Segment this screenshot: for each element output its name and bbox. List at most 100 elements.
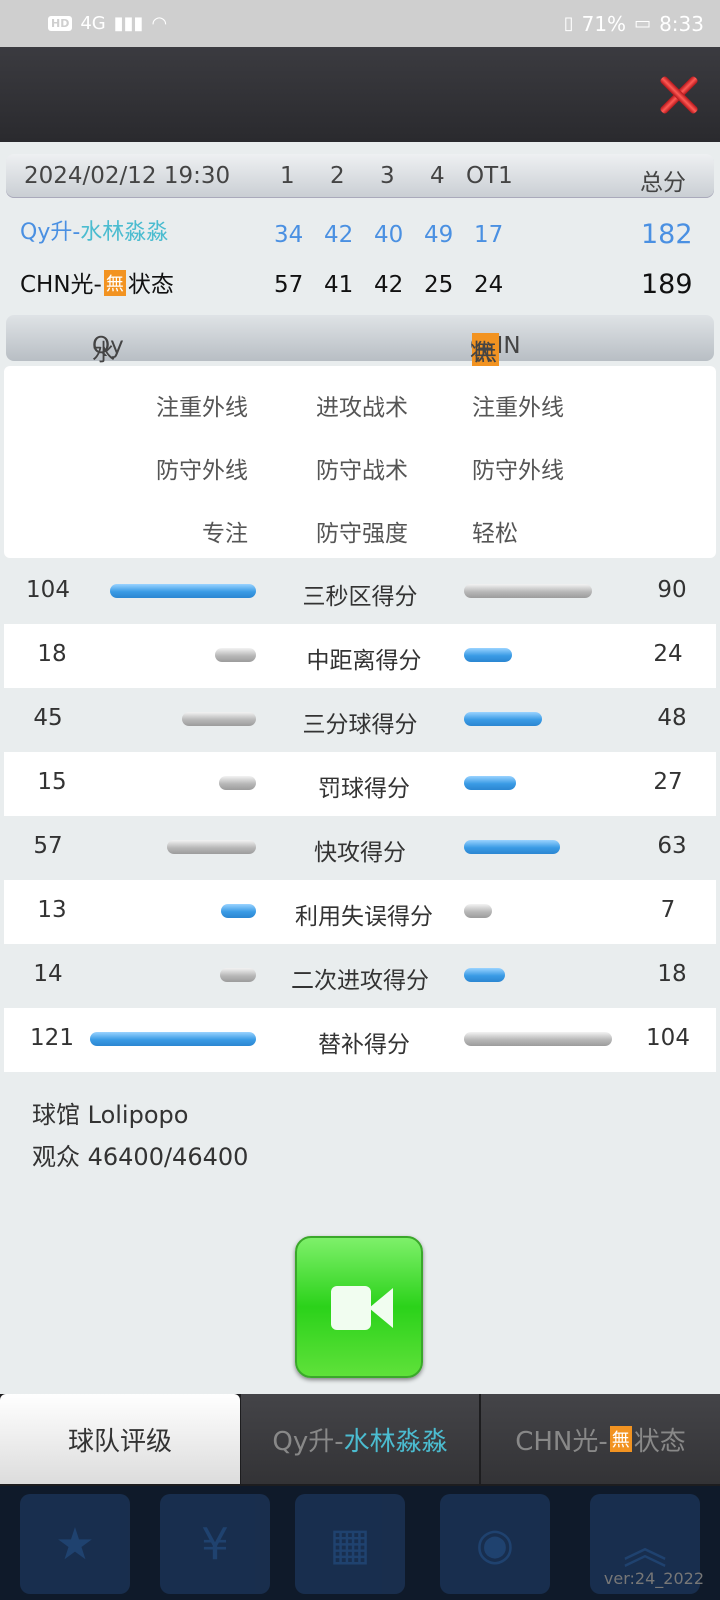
tactic-left: 防守外线 <box>156 458 248 484</box>
stat-label: 三分球得分 <box>302 712 418 738</box>
stat-row-three-point: 45 三分球得分 48 <box>0 688 720 752</box>
scoreboard-header: 2024/02/12 19:30 1 2 3 4 OT1 总分 <box>6 154 714 198</box>
team1-total: 182 <box>641 219 693 250</box>
stat-row-second-chance: 14 二次进攻得分 18 <box>0 944 720 1008</box>
tactic-right: 防守外线 <box>472 458 564 484</box>
stat-right-bar <box>464 904 492 918</box>
stat-right-bar <box>464 776 516 790</box>
team2-q2: 41 <box>324 272 354 298</box>
stat-left-bar <box>221 904 256 918</box>
stat-left-value: 121 <box>30 1025 74 1051</box>
team1-q4: 49 <box>424 222 454 248</box>
tactic-label: 防守战术 <box>316 458 408 484</box>
tactics-table: 注重外线 进攻战术 注重外线 防守外线 防守战术 防守外线 专注 防守强度 轻松 <box>4 366 716 558</box>
jersey-icon: ▦ <box>295 1494 405 1594</box>
team1-q3: 40 <box>374 222 404 248</box>
tab-team-rating-label: 球队评级 <box>67 1426 172 1457</box>
total-header: 总分 <box>640 170 686 196</box>
team1-name-suffix: 水林淼淼 <box>80 220 169 245</box>
tab-team2-prefix: CHN光- <box>515 1426 608 1457</box>
stat-left-value: 104 <box>26 577 70 603</box>
stat-row-fast-break: 57 快攻得分 63 <box>0 816 720 880</box>
stat-label: 三秒区得分 <box>302 584 418 610</box>
tab-team-rating[interactable]: 球队评级 <box>0 1394 240 1484</box>
team1-q2: 42 <box>324 222 354 248</box>
stat-left-value: 13 <box>37 897 67 923</box>
stat-row-turnover-points: 13 利用失误得分 7 <box>4 880 716 944</box>
tab-team2[interactable]: CHN光- 無状态 <box>481 1394 720 1484</box>
stat-row-midrange-points: 18 中距离得分 24 <box>4 624 716 688</box>
stat-right-value: 27 <box>653 769 683 795</box>
stat-right-bar <box>464 712 542 726</box>
star-icon: ★ <box>20 1494 130 1594</box>
stat-right-bar <box>464 648 512 662</box>
stat-left-value: 45 <box>33 705 63 731</box>
tactic-label: 进攻战术 <box>316 395 408 421</box>
team2-badge: 無 <box>103 270 126 296</box>
version-label: ver:24_2022 <box>603 1569 704 1588</box>
team2-name-suffix: 状态 <box>127 272 174 298</box>
stat-left-bar <box>167 840 256 854</box>
game-datetime: 2024/02/12 19:30 <box>24 163 231 189</box>
tab-team2-badge: 無 <box>609 1426 632 1452</box>
stat-row-paint-points: 104 三秒区得分 90 <box>0 560 720 624</box>
tab-team1-prefix: Qy升- <box>272 1426 344 1457</box>
team2-name: CHN光- 無状态 <box>20 265 174 299</box>
tactic-label: 防守强度 <box>316 521 408 547</box>
attendance: 观众 46400/46400 <box>32 1143 249 1171</box>
chat-icon: ◉ <box>440 1494 550 1594</box>
stat-right-bar <box>464 584 592 598</box>
battery-icon: ▭ <box>634 13 652 34</box>
top-bar <box>0 47 720 142</box>
stat-label: 罚球得分 <box>318 776 410 802</box>
stat-label: 快攻得分 <box>314 840 406 866</box>
team-compare-header: Qy升-水林淼淼 CHN光-無状态 <box>6 315 714 468</box>
stat-left-bar <box>220 968 256 982</box>
stat-row-free-throw: 15 罚球得分 27 <box>4 752 716 816</box>
team2-q3: 42 <box>374 272 404 298</box>
team1-q1: 34 <box>274 222 304 248</box>
stat-left-bar <box>215 648 256 662</box>
team2-q4: 25 <box>424 272 454 298</box>
stat-label: 中距离得分 <box>306 648 422 674</box>
team1-name: Qy升-水林淼淼 <box>20 214 168 246</box>
tab-team1[interactable]: Qy升- 水林淼淼 <box>241 1394 479 1484</box>
stat-row-bench-points: 121 替补得分 104 <box>4 1008 716 1072</box>
wifi-icon: ◠ <box>151 13 168 34</box>
tactic-left: 专注 <box>202 521 248 547</box>
close-icon[interactable] <box>658 75 698 115</box>
stat-label: 利用失误得分 <box>295 904 433 930</box>
team2-ot1: 24 <box>474 272 504 298</box>
status-bar: HD 4G ▮▮▮ ◠ ▯ 71% ▭ 8:33 <box>0 0 720 47</box>
stat-right-value: 90 <box>657 577 687 603</box>
yen-icon: ¥ <box>160 1494 270 1594</box>
stat-left-value: 15 <box>37 769 67 795</box>
tactic-left: 注重外线 <box>156 395 248 421</box>
clock: 8:33 <box>659 11 704 36</box>
stat-left-value: 14 <box>33 961 63 987</box>
period-1-header: 1 <box>280 163 295 189</box>
tab-team1-suffix: 水林淼淼 <box>343 1426 448 1457</box>
team2-name-prefix: CHN光- <box>20 272 102 298</box>
stat-right-bar <box>464 840 560 854</box>
stat-label: 替补得分 <box>318 1032 410 1058</box>
stat-right-value: 63 <box>657 833 687 859</box>
network-indicator: 4G <box>80 13 106 34</box>
stat-left-bar <box>90 1032 256 1046</box>
tactic-right: 轻松 <box>472 521 518 547</box>
game-detail-panel: 2024/02/12 19:30 1 2 3 4 OT1 总分 Qy升-水林淼淼… <box>0 142 720 1394</box>
team2-total: 189 <box>641 269 693 300</box>
tab-team2-suffix: 状态 <box>633 1426 686 1457</box>
signal-icon: ▮▮▮ <box>113 13 144 34</box>
period-2-header: 2 <box>330 163 345 189</box>
team1-ot1: 17 <box>474 222 504 248</box>
battery-percent: 71% <box>581 11 627 36</box>
stat-right-bar <box>464 968 505 982</box>
video-camera-icon <box>331 1286 371 1330</box>
arena-name: 球馆 Lolipopo <box>32 1101 189 1129</box>
background-bottom-nav: ★ ¥ ▦ ◉ ︽ ver:24_2022 <box>0 1486 720 1600</box>
stat-right-value: 104 <box>646 1025 690 1051</box>
video-replay-button[interactable] <box>295 1236 423 1378</box>
stat-left-bar <box>182 712 256 726</box>
stat-right-value: 18 <box>657 961 687 987</box>
